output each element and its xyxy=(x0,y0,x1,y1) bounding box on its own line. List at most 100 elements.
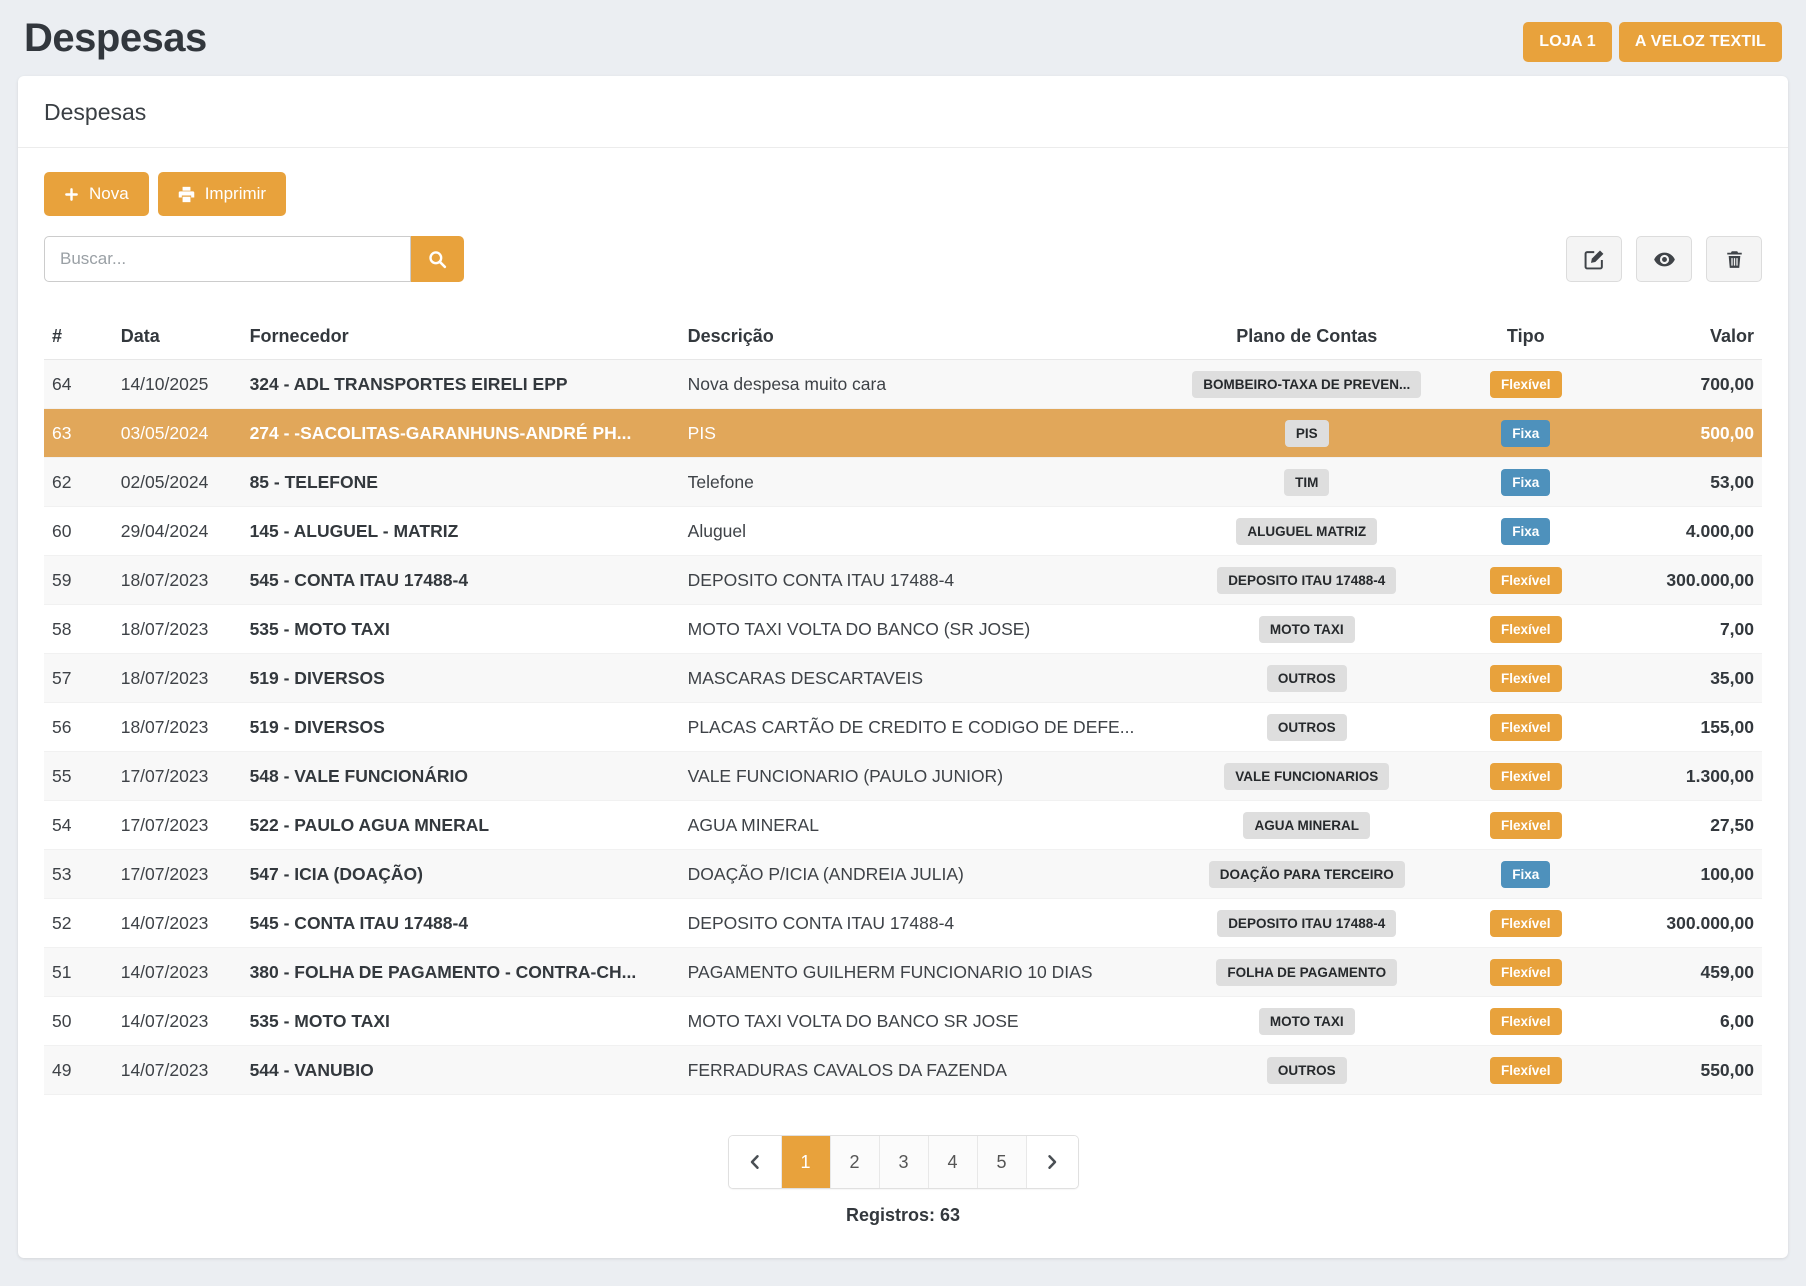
page-button-5[interactable]: 5 xyxy=(977,1136,1026,1188)
page-button-3[interactable]: 3 xyxy=(879,1136,928,1188)
row-date: 14/07/2023 xyxy=(113,948,242,997)
page-button-2[interactable]: 2 xyxy=(830,1136,879,1188)
pagination-next[interactable] xyxy=(1026,1136,1078,1188)
pagination-prev[interactable] xyxy=(729,1136,781,1188)
row-date: 29/04/2024 xyxy=(113,507,242,556)
row-date: 14/10/2025 xyxy=(113,360,242,409)
row-id: 63 xyxy=(44,409,113,458)
table-row[interactable]: 54 17/07/2023 522 - PAULO AGUA MNERAL AG… xyxy=(44,801,1762,850)
new-expense-label: Nova xyxy=(89,184,129,204)
edit-button[interactable] xyxy=(1566,236,1622,282)
view-button[interactable] xyxy=(1636,236,1692,282)
row-description: MOTO TAXI VOLTA DO BANCO (SR JOSE) xyxy=(680,605,1161,654)
row-account-plan-cell: AGUA MINERAL xyxy=(1161,801,1453,850)
row-account-plan-cell: DEPOSITO ITAU 17488-4 xyxy=(1161,556,1453,605)
table-row[interactable]: 50 14/07/2023 535 - MOTO TAXI MOTO TAXI … xyxy=(44,997,1762,1046)
column-header-desc: Descrição xyxy=(680,314,1161,360)
header-badges: LOJA 1 A VELOZ TEXTIL xyxy=(1523,12,1782,62)
search-icon xyxy=(428,250,447,269)
table-row[interactable]: 55 17/07/2023 548 - VALE FUNCIONÁRIO VAL… xyxy=(44,752,1762,801)
row-date: 18/07/2023 xyxy=(113,654,242,703)
row-account-plan-cell: MOTO TAXI xyxy=(1161,997,1453,1046)
table-row[interactable]: 57 18/07/2023 519 - DIVERSOS MASCARAS DE… xyxy=(44,654,1762,703)
row-type-cell: Flexível xyxy=(1453,948,1599,997)
table-row[interactable]: 51 14/07/2023 380 - FOLHA DE PAGAMENTO -… xyxy=(44,948,1762,997)
table-row[interactable]: 56 18/07/2023 519 - DIVERSOS PLACAS CART… xyxy=(44,703,1762,752)
type-badge: Fixa xyxy=(1501,518,1550,545)
expenses-card: Despesas Nova xyxy=(18,76,1788,1258)
row-supplier: 522 - PAULO AGUA MNERAL xyxy=(242,801,680,850)
table-row[interactable]: 63 03/05/2024 274 - -SACOLITAS-GARANHUNS… xyxy=(44,409,1762,458)
row-supplier: 145 - ALUGUEL - MATRIZ xyxy=(242,507,680,556)
row-date: 03/05/2024 xyxy=(113,409,242,458)
row-id: 51 xyxy=(44,948,113,997)
row-account-plan-cell: OUTROS xyxy=(1161,1046,1453,1095)
row-id: 55 xyxy=(44,752,113,801)
type-badge: Flexível xyxy=(1490,714,1562,741)
row-account-plan-cell: TIM xyxy=(1161,458,1453,507)
printer-icon xyxy=(178,186,195,203)
new-expense-button[interactable]: Nova xyxy=(44,172,149,216)
eye-icon xyxy=(1653,248,1676,271)
row-account-plan-cell: ALUGUEL MATRIZ xyxy=(1161,507,1453,556)
delete-button[interactable] xyxy=(1706,236,1762,282)
column-header-id: # xyxy=(44,314,113,360)
table-row[interactable]: 62 02/05/2024 85 - TELEFONE Telefone TIM… xyxy=(44,458,1762,507)
table-row[interactable]: 53 17/07/2023 547 - ICIA (DOAÇÃO) DOAÇÃO… xyxy=(44,850,1762,899)
row-value: 4.000,00 xyxy=(1599,507,1762,556)
row-supplier: 545 - CONTA ITAU 17488-4 xyxy=(242,899,680,948)
account-plan-badge: BOMBEIRO-TAXA DE PREVEN... xyxy=(1192,371,1421,398)
row-supplier: 380 - FOLHA DE PAGAMENTO - CONTRA-CH... xyxy=(242,948,680,997)
store-button[interactable]: LOJA 1 xyxy=(1523,22,1612,62)
table-row[interactable]: 58 18/07/2023 535 - MOTO TAXI MOTO TAXI … xyxy=(44,605,1762,654)
row-description: Aluguel xyxy=(680,507,1161,556)
row-account-plan-cell: FOLHA DE PAGAMENTO xyxy=(1161,948,1453,997)
row-type-cell: Fixa xyxy=(1453,850,1599,899)
row-description: Telefone xyxy=(680,458,1161,507)
row-date: 14/07/2023 xyxy=(113,997,242,1046)
row-value: 459,00 xyxy=(1599,948,1762,997)
row-description: FERRADURAS CAVALOS DA FAZENDA xyxy=(680,1046,1161,1095)
row-description: PAGAMENTO GUILHERM FUNCIONARIO 10 DIAS xyxy=(680,948,1161,997)
table-row[interactable]: 60 29/04/2024 145 - ALUGUEL - MATRIZ Alu… xyxy=(44,507,1762,556)
row-description: DEPOSITO CONTA ITAU 17488-4 xyxy=(680,556,1161,605)
row-id: 53 xyxy=(44,850,113,899)
row-value: 155,00 xyxy=(1599,703,1762,752)
row-account-plan-cell: DOAÇÃO PARA TERCEIRO xyxy=(1161,850,1453,899)
account-plan-badge: TIM xyxy=(1284,469,1329,496)
table-row[interactable]: 49 14/07/2023 544 - VANUBIO FERRADURAS C… xyxy=(44,1046,1762,1095)
row-type-cell: Flexível xyxy=(1453,752,1599,801)
row-date: 14/07/2023 xyxy=(113,899,242,948)
search-button[interactable] xyxy=(411,236,464,282)
row-id: 58 xyxy=(44,605,113,654)
row-value: 300.000,00 xyxy=(1599,899,1762,948)
row-date: 17/07/2023 xyxy=(113,801,242,850)
row-account-plan-cell: DEPOSITO ITAU 17488-4 xyxy=(1161,899,1453,948)
row-date: 02/05/2024 xyxy=(113,458,242,507)
row-supplier: 519 - DIVERSOS xyxy=(242,654,680,703)
row-supplier: 535 - MOTO TAXI xyxy=(242,997,680,1046)
row-id: 62 xyxy=(44,458,113,507)
print-button[interactable]: Imprimir xyxy=(158,172,286,216)
search-input[interactable] xyxy=(44,236,411,282)
account-plan-badge: OUTROS xyxy=(1267,714,1347,741)
table-row[interactable]: 59 18/07/2023 545 - CONTA ITAU 17488-4 D… xyxy=(44,556,1762,605)
row-description: DEPOSITO CONTA ITAU 17488-4 xyxy=(680,899,1161,948)
page-button-1[interactable]: 1 xyxy=(781,1136,830,1188)
page-button-4[interactable]: 4 xyxy=(928,1136,977,1188)
type-badge: Flexível xyxy=(1490,371,1562,398)
row-supplier: 324 - ADL TRANSPORTES EIRELI EPP xyxy=(242,360,680,409)
row-description: PIS xyxy=(680,409,1161,458)
row-account-plan-cell: BOMBEIRO-TAXA DE PREVEN... xyxy=(1161,360,1453,409)
trash-icon xyxy=(1725,250,1744,269)
account-plan-badge: OUTROS xyxy=(1267,1057,1347,1084)
page: Despesas LOJA 1 A VELOZ TEXTIL Despesas … xyxy=(0,0,1806,1258)
table-row[interactable]: 52 14/07/2023 545 - CONTA ITAU 17488-4 D… xyxy=(44,899,1762,948)
row-account-plan-cell: OUTROS xyxy=(1161,703,1453,752)
row-id: 49 xyxy=(44,1046,113,1095)
table-row[interactable]: 64 14/10/2025 324 - ADL TRANSPORTES EIRE… xyxy=(44,360,1762,409)
print-label: Imprimir xyxy=(205,184,266,204)
row-value: 100,00 xyxy=(1599,850,1762,899)
company-button[interactable]: A VELOZ TEXTIL xyxy=(1619,22,1782,62)
search-group xyxy=(44,236,464,282)
